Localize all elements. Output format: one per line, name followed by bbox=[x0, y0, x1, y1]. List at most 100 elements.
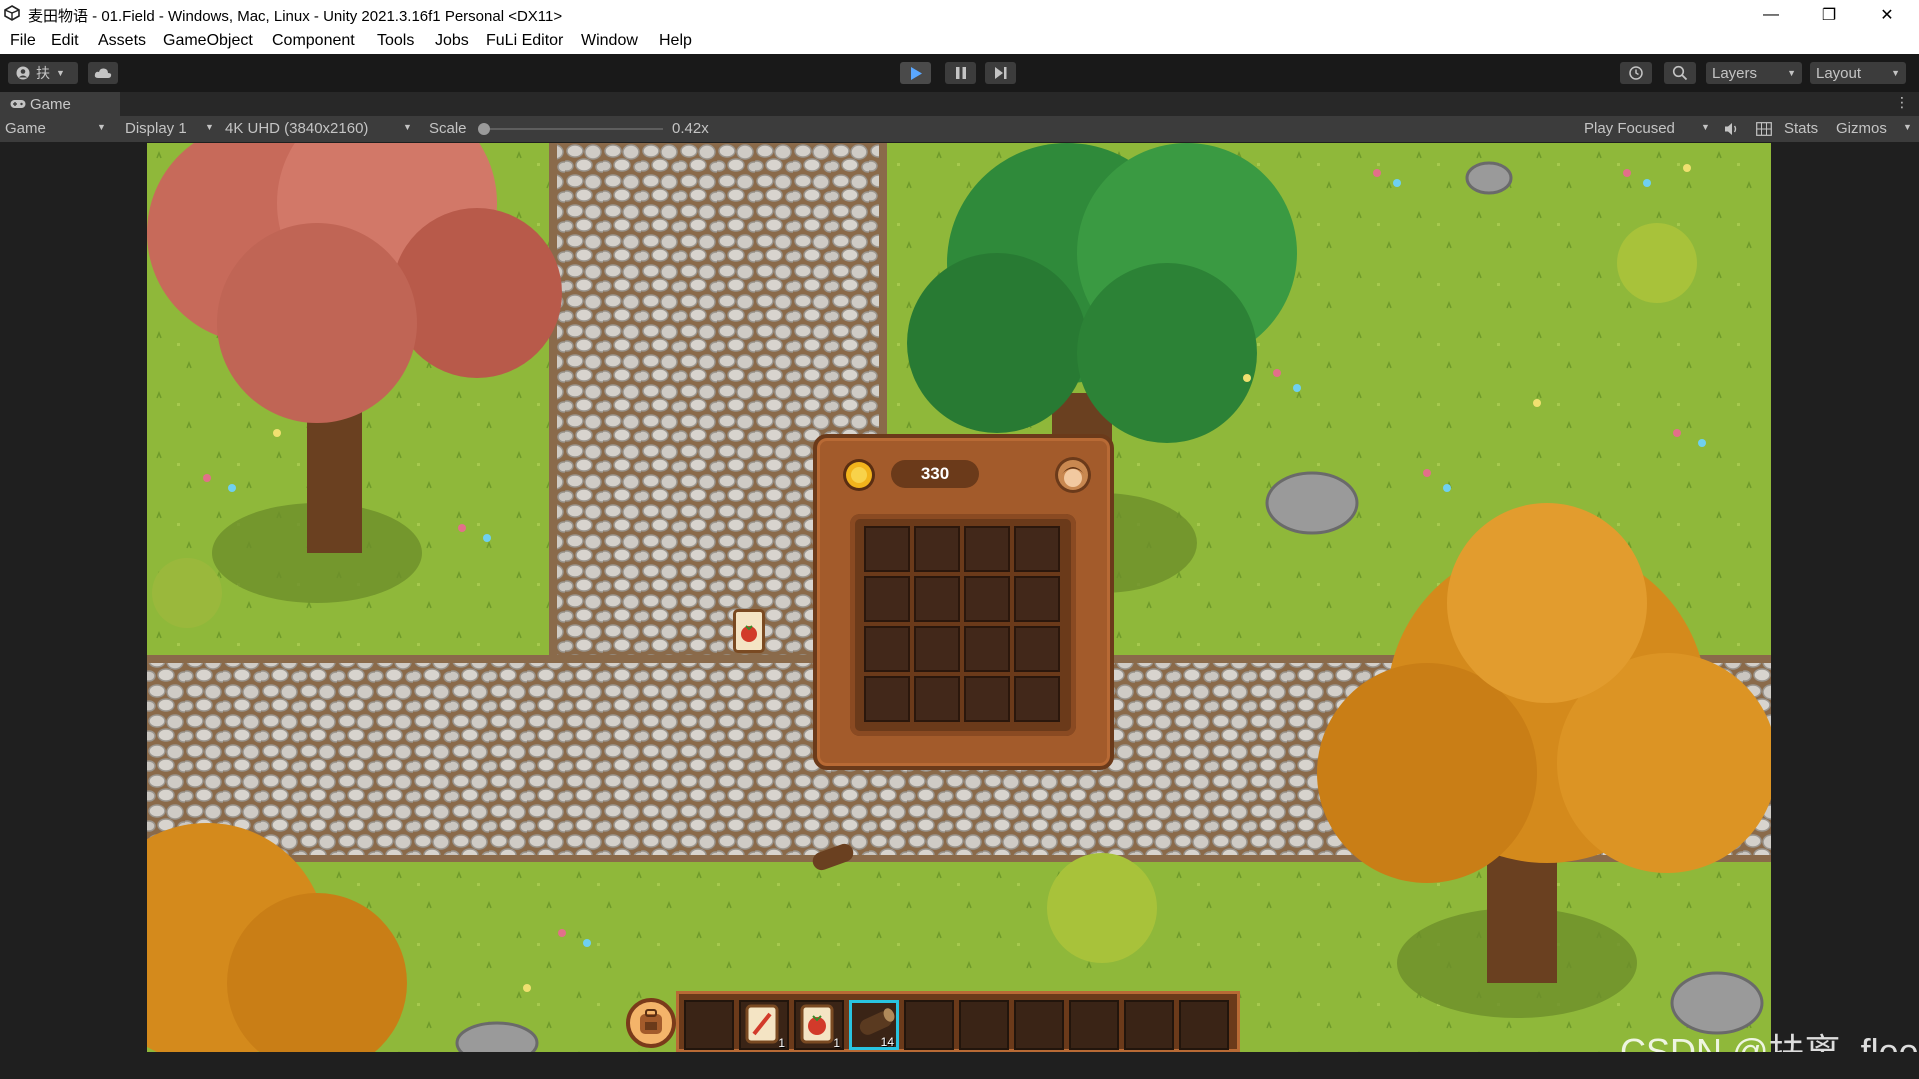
hotbar: 1 1 14 bbox=[676, 991, 1240, 1052]
ground-item-tomato-seed[interactable] bbox=[733, 609, 765, 653]
window-title-bar: 麦田物语 - 01.Field - Windows, Mac, Linux - … bbox=[0, 0, 1919, 29]
money-display: 330 bbox=[891, 460, 979, 488]
inventory-slot[interactable] bbox=[864, 626, 910, 672]
layout-dropdown[interactable]: Layout ▼ bbox=[1810, 62, 1906, 84]
chevron-down-icon: ▼ bbox=[1891, 68, 1900, 78]
cloud-button[interactable] bbox=[88, 62, 118, 84]
inventory-slot[interactable] bbox=[1014, 526, 1060, 572]
resolution-select[interactable]: 4K UHD (3840x2160) ▼ bbox=[225, 120, 415, 137]
hotbar-slot[interactable] bbox=[1179, 1000, 1229, 1050]
account-icon bbox=[16, 66, 30, 80]
chevron-down-icon[interactable]: ▼ bbox=[1903, 122, 1912, 132]
inventory-slot[interactable] bbox=[864, 676, 910, 722]
scale-label: Scale bbox=[429, 120, 467, 137]
inventory-slot[interactable] bbox=[964, 626, 1010, 672]
gamepad-icon bbox=[10, 100, 26, 108]
pause-button[interactable] bbox=[945, 62, 976, 84]
menu-assets[interactable]: Assets bbox=[98, 32, 146, 50]
item-quantity: 1 bbox=[778, 1036, 785, 1050]
close-button[interactable]: ✕ bbox=[1858, 0, 1916, 29]
play-mode-select[interactable]: Play Focused ▼ bbox=[1584, 120, 1710, 137]
backpack-button[interactable] bbox=[626, 998, 676, 1048]
money-value: 330 bbox=[920, 464, 950, 483]
menu-file[interactable]: File bbox=[10, 32, 36, 50]
inventory-slot[interactable] bbox=[964, 526, 1010, 572]
inventory-slot[interactable] bbox=[1014, 626, 1060, 672]
hotbar-slot[interactable] bbox=[1069, 1000, 1119, 1050]
game-tab-bar: Game ⋮ bbox=[0, 92, 1919, 116]
menu-fuli-editor[interactable]: FuLi Editor bbox=[486, 32, 563, 50]
inventory-slot[interactable] bbox=[1014, 676, 1060, 722]
menu-tools[interactable]: Tools bbox=[377, 32, 414, 50]
menu-window[interactable]: Window bbox=[581, 32, 638, 50]
inventory-slot[interactable] bbox=[864, 526, 910, 572]
seed-bag-icon bbox=[745, 1004, 779, 1049]
menu-bar: File Edit Assets GameObject Component To… bbox=[0, 29, 1919, 54]
play-button[interactable] bbox=[900, 62, 931, 84]
gizmos-button[interactable]: Gizmos bbox=[1836, 120, 1887, 137]
scale-value: 0.42x bbox=[672, 120, 709, 137]
inventory-slot[interactable] bbox=[1014, 576, 1060, 622]
status-bar bbox=[0, 1052, 1919, 1079]
more-options-icon[interactable]: ⋮ bbox=[1895, 94, 1909, 111]
inventory-slot[interactable] bbox=[864, 576, 910, 622]
hotbar-slot[interactable]: 1 bbox=[739, 1000, 789, 1050]
hotbar-slot[interactable] bbox=[684, 1000, 734, 1050]
inventory-slot[interactable] bbox=[914, 626, 960, 672]
inventory-slot[interactable] bbox=[914, 576, 960, 622]
inventory-slot[interactable] bbox=[964, 676, 1010, 722]
layout-label: Layout bbox=[1816, 64, 1862, 82]
scale-slider-thumb[interactable] bbox=[478, 123, 490, 135]
hotbar-slot[interactable] bbox=[959, 1000, 1009, 1050]
tomato-icon bbox=[741, 625, 757, 642]
account-label: 扶 bbox=[36, 65, 50, 81]
stats-button[interactable]: Stats bbox=[1784, 120, 1818, 137]
hotbar-slot[interactable]: 14 bbox=[849, 1000, 899, 1050]
hotbar-slot[interactable] bbox=[1014, 1000, 1064, 1050]
chevron-down-icon: ▼ bbox=[1787, 68, 1796, 78]
search-icon bbox=[1672, 65, 1688, 81]
hotbar-slot[interactable] bbox=[1124, 1000, 1174, 1050]
display-select-label: Display 1 bbox=[125, 120, 187, 137]
window-title: 麦田物语 - 01.Field - Windows, Mac, Linux - … bbox=[28, 8, 563, 25]
grid-icon[interactable] bbox=[1756, 122, 1772, 136]
chevron-down-icon: ▼ bbox=[97, 122, 106, 132]
play-icon bbox=[910, 66, 922, 80]
audio-mute-icon[interactable] bbox=[1724, 122, 1740, 136]
menu-gameobject[interactable]: GameObject bbox=[163, 32, 253, 50]
minimize-button[interactable]: — bbox=[1742, 0, 1800, 29]
scale-slider-track[interactable] bbox=[483, 128, 663, 130]
restore-button[interactable]: ❐ bbox=[1800, 0, 1858, 29]
pause-icon bbox=[955, 67, 966, 79]
inventory-grid bbox=[850, 514, 1076, 736]
item-quantity: 1 bbox=[833, 1036, 840, 1050]
tab-game-label: Game bbox=[30, 96, 71, 113]
chevron-down-icon: ▼ bbox=[205, 122, 214, 132]
history-icon bbox=[1629, 66, 1643, 80]
menu-component[interactable]: Component bbox=[272, 32, 355, 50]
layers-dropdown[interactable]: Layers ▼ bbox=[1706, 62, 1802, 84]
step-button[interactable] bbox=[985, 62, 1016, 84]
chevron-down-icon: ▼ bbox=[1701, 122, 1710, 132]
menu-help[interactable]: Help bbox=[659, 32, 692, 50]
menu-edit[interactable]: Edit bbox=[51, 32, 79, 50]
view-select[interactable]: Game ▼ bbox=[5, 120, 109, 137]
search-button[interactable] bbox=[1664, 62, 1696, 84]
inventory-slot[interactable] bbox=[914, 526, 960, 572]
backpack-icon bbox=[640, 1009, 662, 1034]
inventory-slot[interactable] bbox=[964, 576, 1010, 622]
history-button[interactable] bbox=[1620, 62, 1652, 84]
display-select[interactable]: Display 1 ▼ bbox=[125, 120, 214, 137]
item-quantity: 14 bbox=[880, 1035, 894, 1049]
player-avatar-icon[interactable] bbox=[1054, 456, 1092, 494]
tab-game[interactable]: Game bbox=[0, 92, 120, 116]
hotbar-slot[interactable] bbox=[904, 1000, 954, 1050]
play-mode-label: Play Focused bbox=[1584, 120, 1675, 137]
game-view-controls: Game ▼ Display 1 ▼ 4K UHD (3840x2160) ▼ … bbox=[0, 116, 1919, 142]
account-dropdown[interactable]: 扶 ▼ bbox=[8, 62, 78, 84]
inventory-slot[interactable] bbox=[914, 676, 960, 722]
menu-jobs[interactable]: Jobs bbox=[435, 32, 469, 50]
inventory-panel: 330 bbox=[813, 434, 1114, 770]
coin-icon bbox=[843, 459, 875, 491]
hotbar-slot[interactable]: 1 bbox=[794, 1000, 844, 1050]
